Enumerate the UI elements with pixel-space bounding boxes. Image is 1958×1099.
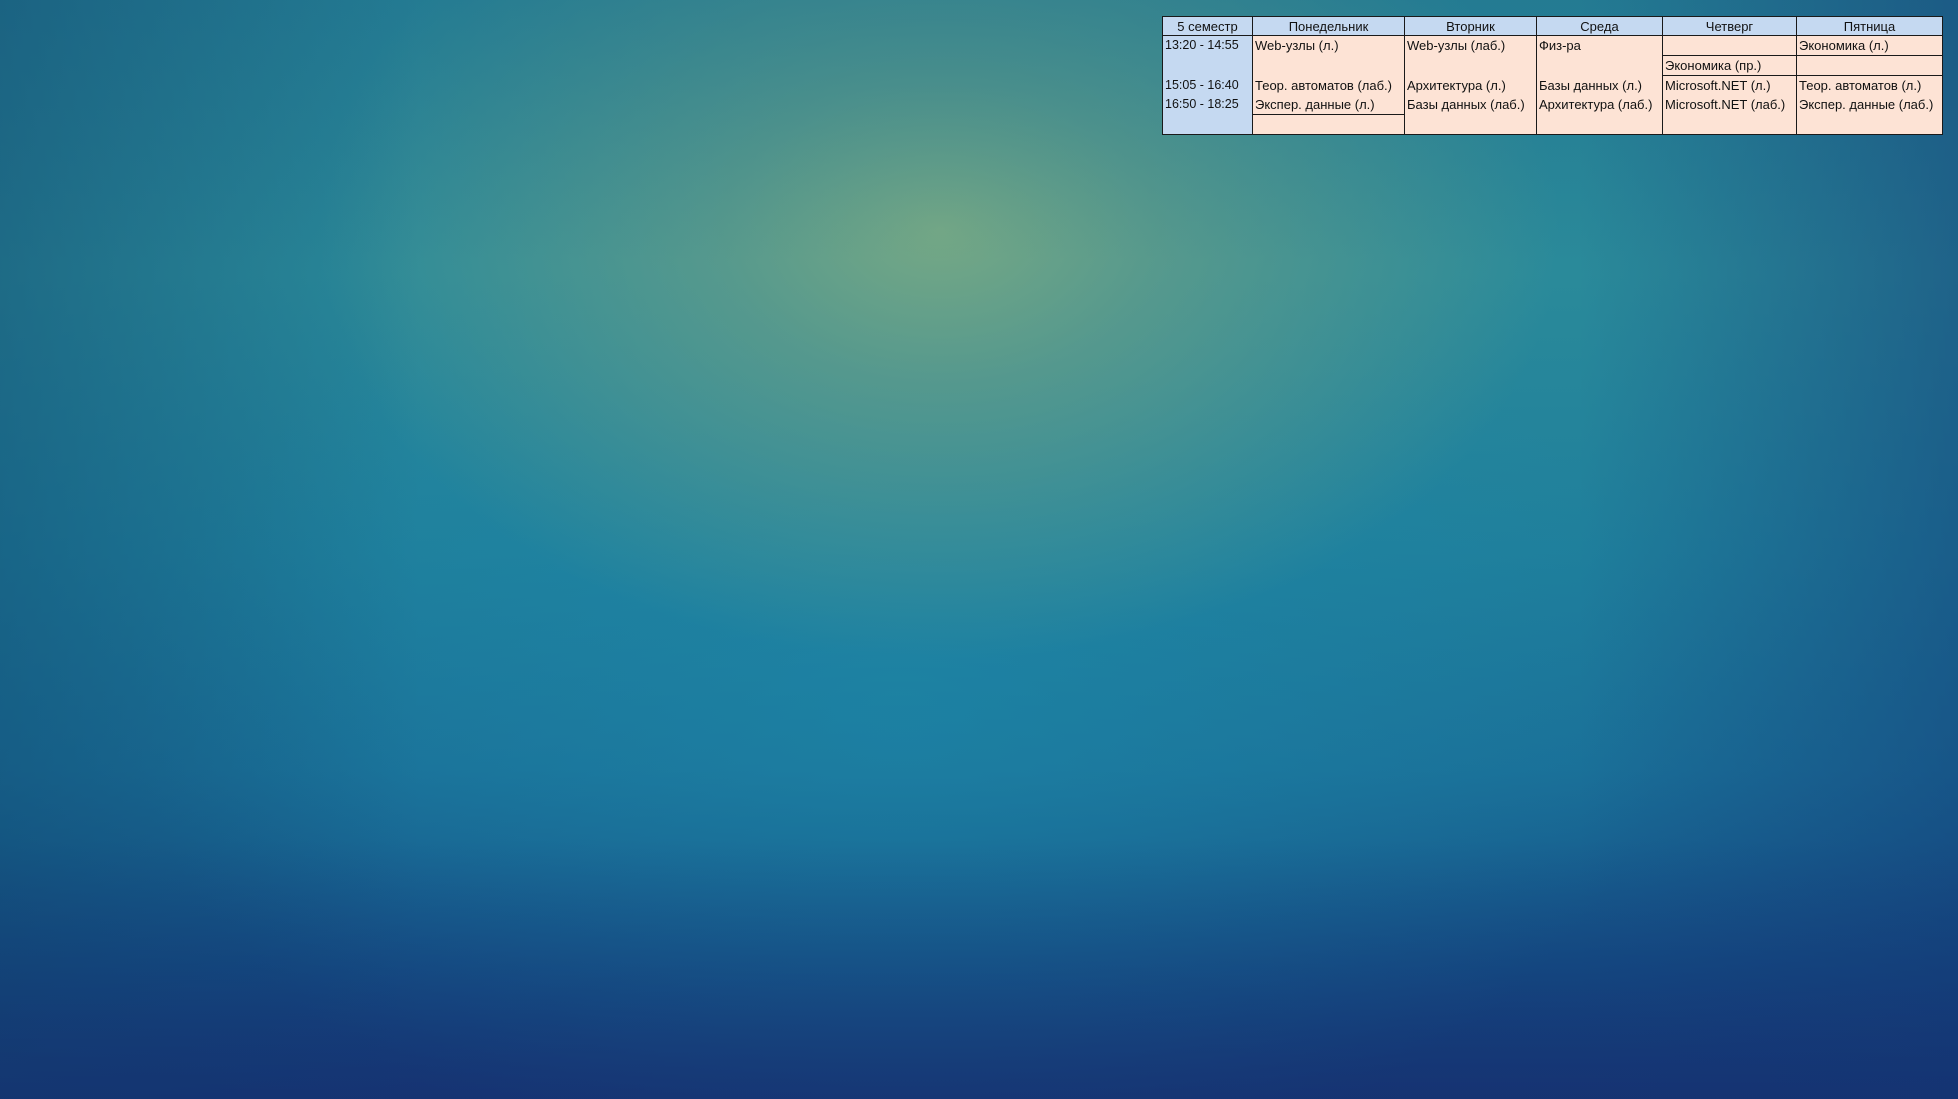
- schedule-header-row: 5 семестр Понедельник Вторник Среда Четв…: [1162, 16, 1943, 36]
- schedule-table: 5 семестр Понедельник Вторник Среда Четв…: [1162, 16, 1943, 135]
- class-cell: Физ-ра: [1536, 35, 1663, 76]
- day-header-tuesday: Вторник: [1404, 16, 1537, 36]
- time-slot-3: 16:50 - 18:25: [1162, 95, 1253, 135]
- class-cell: Web-узлы (лаб.): [1404, 35, 1537, 76]
- class-cell: Экспер. данные (лаб.): [1796, 95, 1943, 135]
- semester-label: 5 семестр: [1162, 16, 1253, 36]
- class-cell: [1662, 35, 1797, 56]
- wallpaper-left-shade: [0, 0, 420, 1099]
- class-cell: Экспер. данные (л.): [1252, 95, 1405, 115]
- class-cell: Базы данных (лаб.): [1404, 95, 1537, 135]
- class-cell: Архитектура (л.): [1404, 75, 1537, 95]
- schedule-row: 13:20 - 14:55 Web-узлы (л.) Web-узлы (ла…: [1162, 35, 1943, 76]
- class-cell: Экономика (л.): [1796, 35, 1943, 56]
- wallpaper-bottom-shade: [0, 839, 1958, 1099]
- day-header-thursday: Четверг: [1662, 16, 1797, 36]
- class-cell: Теор. автоматов (л.): [1796, 75, 1943, 95]
- schedule-row: 16:50 - 18:25 Экспер. данные (л.) Базы д…: [1162, 95, 1943, 135]
- class-cell: [1796, 55, 1943, 76]
- class-cell: Microsoft.NET (лаб.): [1662, 95, 1797, 135]
- class-cell: Теор. автоматов (лаб.): [1252, 75, 1405, 95]
- class-cell: Web-узлы (л.): [1252, 35, 1405, 76]
- wallpaper-right-shade: [1578, 0, 1958, 1099]
- class-cell: Базы данных (л.): [1536, 75, 1663, 95]
- time-slot-2: 15:05 - 16:40: [1162, 75, 1253, 95]
- class-cell: [1252, 114, 1405, 135]
- day-header-monday: Понедельник: [1252, 16, 1405, 36]
- day-header-wednesday: Среда: [1536, 16, 1663, 36]
- class-cell: Архитектура (лаб.): [1536, 95, 1663, 135]
- class-cell: Microsoft.NET (л.): [1662, 75, 1797, 95]
- class-cell: Экономика (пр.): [1662, 55, 1797, 76]
- time-slot-1: 13:20 - 14:55: [1162, 35, 1253, 76]
- day-header-friday: Пятница: [1796, 16, 1943, 36]
